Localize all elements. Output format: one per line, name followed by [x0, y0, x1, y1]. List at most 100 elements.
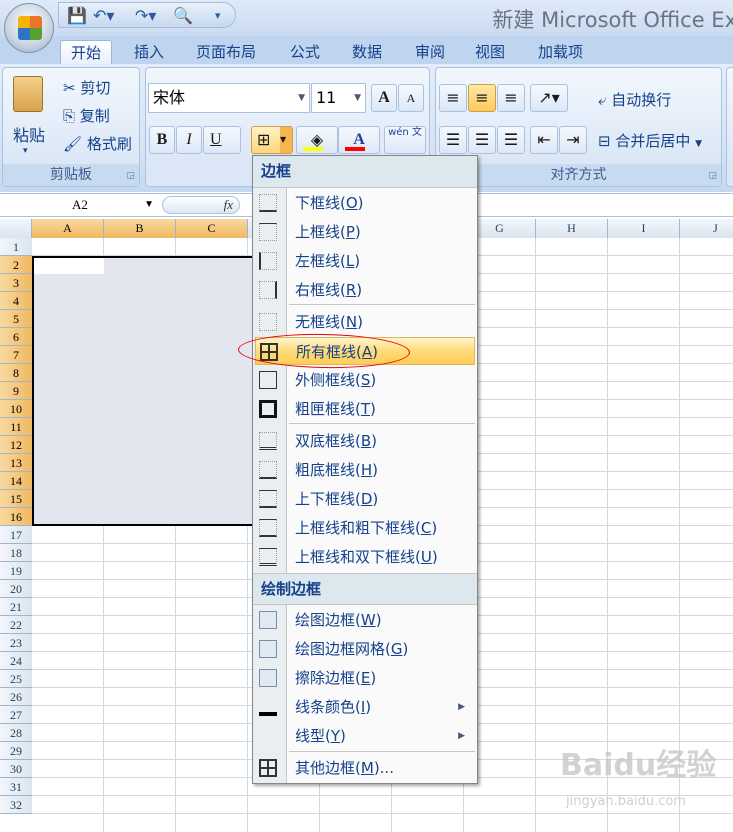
- menu-item-bottom-border[interactable]: 下框线(O): [255, 189, 475, 217]
- borders-button[interactable]: ⊞ ▼: [251, 126, 293, 154]
- chevron-down-icon[interactable]: ▼: [280, 127, 292, 153]
- save-icon[interactable]: 💾: [67, 6, 87, 25]
- print-preview-icon[interactable]: 🔍: [173, 6, 193, 25]
- menu-item-no-border[interactable]: 无框线(N): [255, 308, 475, 336]
- format-painter-button[interactable]: 🖌 格式刷: [63, 133, 132, 154]
- align-center-button[interactable]: ☰: [468, 126, 496, 154]
- tab-6[interactable]: 审阅: [405, 40, 455, 66]
- tab-4[interactable]: 公式: [280, 40, 330, 66]
- chevron-down-icon[interactable]: ▼: [144, 194, 154, 216]
- row-header[interactable]: 21: [0, 598, 32, 616]
- phonetic-button[interactable]: wén 文: [384, 126, 426, 154]
- dialog-launcher-icon[interactable]: ◲: [708, 171, 717, 181]
- row-header[interactable]: 22: [0, 616, 32, 634]
- row-header[interactable]: 7: [0, 346, 32, 364]
- row-header[interactable]: 3: [0, 274, 32, 292]
- column-header[interactable]: B: [104, 219, 176, 238]
- row-header[interactable]: 9: [0, 382, 32, 400]
- menu-item-double-bottom-border[interactable]: 双底框线(B): [255, 427, 475, 455]
- align-right-button[interactable]: ☰: [497, 126, 525, 154]
- select-all-corner[interactable]: [0, 219, 32, 238]
- copy-button[interactable]: ⎘ 复制: [63, 105, 110, 126]
- column-header[interactable]: A: [32, 219, 104, 238]
- row-header[interactable]: 17: [0, 526, 32, 544]
- menu-item-thick-bottom-border[interactable]: 粗底框线(H): [255, 456, 475, 484]
- row-header[interactable]: 27: [0, 706, 32, 724]
- paste-button[interactable]: 粘贴: [13, 122, 45, 146]
- redo-icon[interactable]: ↷▾: [135, 6, 156, 25]
- tab-5[interactable]: 数据: [342, 40, 392, 66]
- font-name-combo[interactable]: 宋体 ▼: [148, 83, 310, 113]
- row-header[interactable]: 23: [0, 634, 32, 652]
- merge-center-button[interactable]: ⊟ 合并后居中 ▼: [598, 130, 702, 151]
- row-header[interactable]: 12: [0, 436, 32, 454]
- paste-icon[interactable]: [13, 76, 43, 112]
- row-header[interactable]: 24: [0, 652, 32, 670]
- font-size-combo[interactable]: 11 ▼: [311, 83, 366, 113]
- chevron-down-icon[interactable]: ▼: [695, 139, 702, 149]
- row-header[interactable]: 11: [0, 418, 32, 436]
- align-middle-button[interactable]: ≡: [468, 84, 496, 112]
- row-header[interactable]: 26: [0, 688, 32, 706]
- column-header[interactable]: J: [680, 219, 733, 238]
- selected-range[interactable]: [32, 256, 272, 526]
- row-header[interactable]: 5: [0, 310, 32, 328]
- row-header[interactable]: 32: [0, 796, 32, 814]
- tab-3[interactable]: 页面布局: [186, 40, 266, 66]
- orientation-button[interactable]: ↗▾: [530, 84, 568, 112]
- menu-item-top-bottom-border[interactable]: 上下框线(D): [255, 485, 475, 513]
- menu-item-right-border[interactable]: 右框线(R): [255, 276, 475, 304]
- active-cell[interactable]: [34, 258, 104, 274]
- row-header[interactable]: 10: [0, 400, 32, 418]
- menu-item-draw-border[interactable]: 绘图边框(W): [255, 606, 475, 634]
- menu-item-more-borders[interactable]: 其他边框(M)...: [255, 754, 475, 782]
- row-header[interactable]: 18: [0, 544, 32, 562]
- align-bottom-button[interactable]: ≡: [497, 84, 525, 112]
- menu-item-left-border[interactable]: 左框线(L): [255, 247, 475, 275]
- row-header[interactable]: 8: [0, 364, 32, 382]
- align-left-button[interactable]: ☰: [439, 126, 467, 154]
- bold-button[interactable]: B: [149, 126, 175, 154]
- column-header[interactable]: I: [608, 219, 680, 238]
- tab-2[interactable]: 插入: [124, 40, 174, 66]
- underline-button[interactable]: U: [203, 126, 241, 154]
- menu-item-erase-border[interactable]: 擦除边框(E): [255, 664, 475, 692]
- menu-item-line-color[interactable]: 线条颜色(I) ▶: [255, 693, 475, 721]
- row-header[interactable]: 15: [0, 490, 32, 508]
- row-header[interactable]: 6: [0, 328, 32, 346]
- grow-font-button[interactable]: A: [371, 84, 397, 112]
- row-header[interactable]: 13: [0, 454, 32, 472]
- align-top-button[interactable]: ≡: [439, 84, 467, 112]
- menu-item-line-style[interactable]: 线型(Y) ▶: [255, 722, 475, 750]
- increase-indent-button[interactable]: ⇥: [559, 126, 587, 154]
- shrink-font-button[interactable]: A: [398, 84, 424, 112]
- undo-icon[interactable]: ↶▾: [93, 6, 114, 25]
- column-header[interactable]: H: [536, 219, 608, 238]
- row-header[interactable]: 14: [0, 472, 32, 490]
- italic-button[interactable]: I: [176, 126, 202, 154]
- row-header[interactable]: 1: [0, 238, 32, 256]
- tab-7[interactable]: 视图: [465, 40, 515, 66]
- row-header[interactable]: 30: [0, 760, 32, 778]
- row-header[interactable]: 2: [0, 256, 32, 274]
- menu-item-thick-box-border[interactable]: 粗匣框线(T): [255, 395, 475, 423]
- row-header[interactable]: 19: [0, 562, 32, 580]
- row-header[interactable]: 20: [0, 580, 32, 598]
- chevron-down-icon[interactable]: ▼: [298, 84, 305, 112]
- chevron-down-icon[interactable]: ▼: [354, 84, 361, 112]
- decrease-indent-button[interactable]: ⇤: [530, 126, 558, 154]
- menu-item-outside-borders[interactable]: 外侧框线(S): [255, 366, 475, 394]
- office-button[interactable]: [4, 3, 54, 53]
- paste-dropdown-icon[interactable]: ▾: [23, 146, 28, 156]
- column-header[interactable]: C: [176, 219, 248, 238]
- menu-item-draw-border-grid[interactable]: 绘图边框网格(G): [255, 635, 475, 663]
- row-header[interactable]: 29: [0, 742, 32, 760]
- customize-qat-icon[interactable]: ▾: [215, 9, 221, 22]
- tab-8[interactable]: 加载项: [528, 40, 593, 66]
- name-box[interactable]: A2 ▼: [0, 194, 160, 216]
- insert-function-button[interactable]: fx: [162, 196, 240, 214]
- wrap-text-button[interactable]: ⤶ 自动换行: [598, 89, 671, 110]
- font-color-button[interactable]: A: [338, 126, 380, 154]
- menu-item-top-double-bottom-border[interactable]: 上框线和双下框线(U): [255, 543, 475, 571]
- row-header[interactable]: 4: [0, 292, 32, 310]
